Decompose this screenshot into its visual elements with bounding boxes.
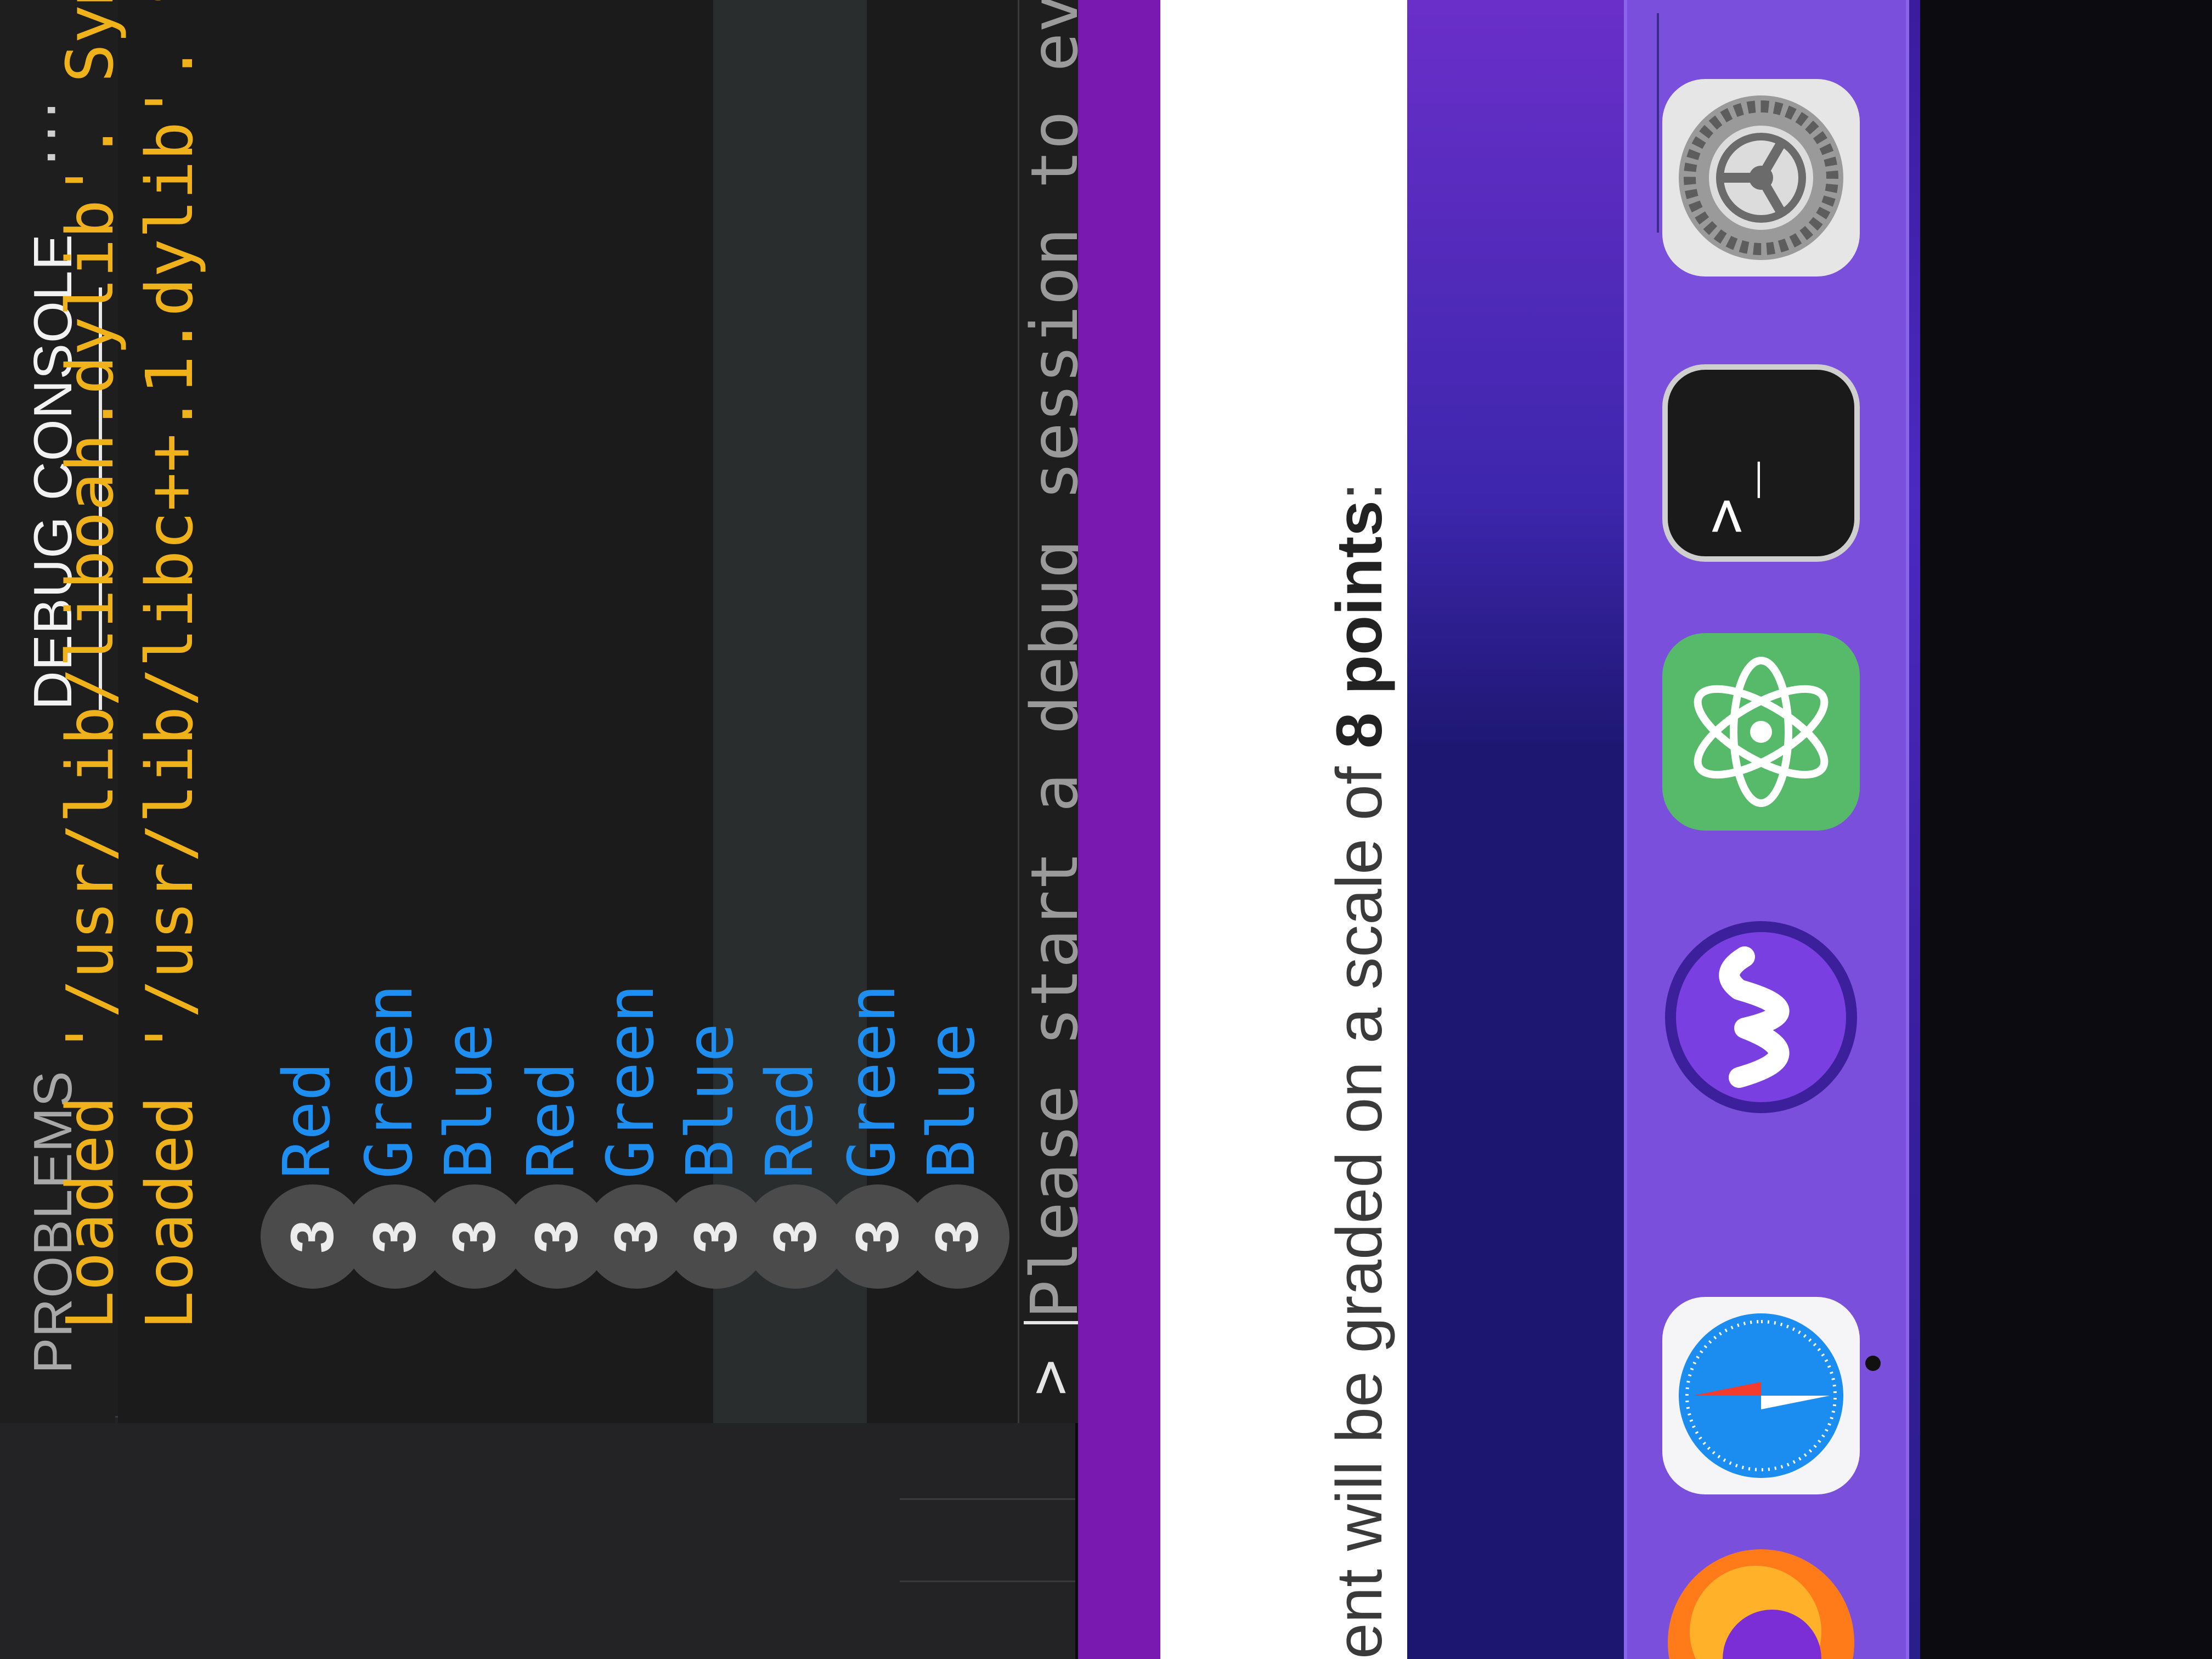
grading-points: 8 points	[1323, 500, 1396, 749]
input-caret	[1024, 1321, 1079, 1324]
system-preferences-icon[interactable]	[1662, 79, 1860, 276]
vscode-panel: PROBLEMS DEBUG CONSOLE ··· Loaded '/usr/…	[0, 0, 1092, 1659]
grading-suffix: :	[1323, 482, 1396, 501]
log-line: Loaded '/usr/lib/liboah.dylib'. Symbols	[52, 0, 128, 1330]
desktop-wallpaper-shade	[1407, 0, 1627, 1659]
running-indicator	[1865, 1356, 1881, 1371]
divider	[900, 1498, 1075, 1500]
side-bar	[0, 1416, 1075, 1659]
debug-console-input[interactable]: > Please start a debug session to evalua…	[1014, 0, 1092, 1423]
page-header-band	[1078, 0, 1160, 1659]
console-entry-text: Blue	[913, 1023, 989, 1179]
console-entry-text: Green	[351, 984, 427, 1179]
grading-prefix: ent will be graded on a scale of	[1323, 748, 1396, 1659]
wavebox-icon[interactable]	[1662, 918, 1860, 1116]
firefox-icon[interactable]	[1662, 1544, 1860, 1659]
divider	[900, 1581, 1075, 1582]
console-entry-text: Red	[752, 1062, 827, 1179]
atom-icon[interactable]	[1662, 633, 1860, 831]
safari-icon[interactable]	[1662, 1297, 1860, 1494]
repeat-count-badge: 3	[905, 1184, 1009, 1289]
photo-stage: PROBLEMS DEBUG CONSOLE ··· Loaded '/usr/…	[0, 0, 2212, 1659]
terminal-glyph: >_	[1690, 461, 1760, 534]
console-entry-text: Green	[592, 984, 668, 1179]
terminal-icon[interactable]: >_	[1662, 364, 1860, 562]
debug-console-output[interactable]: Loaded '/usr/lib/liboah.dylib'. Symbols …	[52, 0, 1064, 1423]
console-entry-text: Blue	[672, 1023, 748, 1179]
prompt-chevron-icon: >	[1014, 1359, 1084, 1396]
screen-bezel	[1920, 0, 2212, 1659]
console-entry-text: Red	[269, 1062, 345, 1179]
console-entry-text: Blue	[431, 1023, 506, 1179]
log-line: Loaded '/usr/lib/libc++.1.dylib'. Symbo	[132, 0, 207, 1330]
dock-separator	[1657, 13, 1659, 233]
console-entry-text: Red	[513, 1062, 589, 1179]
console-entry-text: Green	[834, 984, 910, 1179]
grading-sentence: ent will be graded on a scale of 8 point…	[1322, 482, 1397, 1659]
